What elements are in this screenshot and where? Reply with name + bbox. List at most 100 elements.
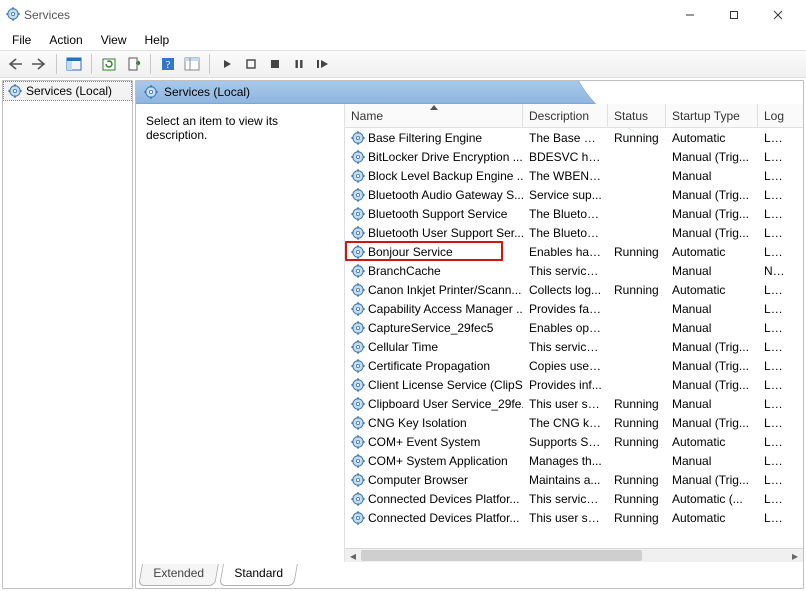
service-name-text: Bonjour Service [368, 245, 453, 259]
description-instruction: Select an item to view its description. [136, 104, 344, 146]
service-row[interactable]: Computer BrowserMaintains a...RunningMan… [345, 470, 803, 489]
cell-startup: Automatic (... [666, 492, 758, 506]
scroll-left-button[interactable]: ◂ [345, 549, 361, 562]
service-row[interactable]: Bluetooth Audio Gateway S...Service sup.… [345, 185, 803, 204]
service-row[interactable]: Bonjour ServiceEnables har...RunningAuto… [345, 242, 803, 261]
cell-startup: Manual (Trig... [666, 359, 758, 373]
properties-button[interactable] [181, 53, 203, 75]
cell-description: This user ser... [523, 511, 608, 525]
service-row[interactable]: Connected Devices Platfor...This service… [345, 489, 803, 508]
service-row[interactable]: Clipboard User Service_29fe...This user … [345, 394, 803, 413]
column-header-status[interactable]: Status [608, 104, 666, 127]
cell-name: COM+ System Application [345, 454, 523, 468]
cell-logon: Loc [758, 473, 788, 487]
service-row[interactable]: Connected Devices Platfor...This user se… [345, 508, 803, 527]
close-button[interactable] [756, 0, 800, 30]
scroll-thumb[interactable] [361, 550, 642, 561]
column-header-name[interactable]: Name [345, 104, 523, 127]
cell-description: The Bluetoo... [523, 207, 608, 221]
cell-logon: Loc [758, 416, 788, 430]
service-row[interactable]: COM+ Event SystemSupports Sy...RunningAu… [345, 432, 803, 451]
service-name-text: COM+ System Application [368, 454, 508, 468]
service-row[interactable]: Capability Access Manager ...Provides fa… [345, 299, 803, 318]
service-row[interactable]: Bluetooth User Support Ser...The Bluetoo… [345, 223, 803, 242]
service-row[interactable]: BranchCacheThis service ...ManualNet [345, 261, 803, 280]
description-panel: Select an item to view its description. [136, 104, 344, 562]
service-row[interactable]: Base Filtering EngineThe Base Fil...Runn… [345, 128, 803, 147]
scroll-right-button[interactable]: ▸ [787, 549, 803, 562]
restart-service-button[interactable] [312, 53, 334, 75]
service-row[interactable]: COM+ System ApplicationManages th...Manu… [345, 451, 803, 470]
cell-description: BDESVC hos... [523, 150, 608, 164]
menu-action[interactable]: Action [41, 31, 90, 49]
gear-icon [144, 85, 158, 99]
tab-standard[interactable]: Standard [219, 564, 298, 586]
service-row[interactable]: Canon Inkjet Printer/Scann...Collects lo… [345, 280, 803, 299]
service-name-text: Clipboard User Service_29fe... [368, 397, 523, 411]
cell-startup: Automatic [666, 511, 758, 525]
cell-description: The CNG ke... [523, 416, 608, 430]
scroll-track[interactable] [361, 549, 787, 562]
service-row[interactable]: Client License Service (ClipS...Provides… [345, 375, 803, 394]
cell-logon: Loc [758, 302, 788, 316]
stop-service-filled-button[interactable] [264, 53, 286, 75]
export-list-button[interactable] [122, 53, 144, 75]
cell-name: Client License Service (ClipS... [345, 378, 523, 392]
refresh-button[interactable] [98, 53, 120, 75]
content-pane: Services (Local) Select an item to view … [135, 80, 804, 589]
service-row[interactable]: Certificate PropagationCopies user ...Ma… [345, 356, 803, 375]
column-header-startup-label: Startup Type [672, 109, 740, 123]
maximize-button[interactable] [712, 0, 756, 30]
column-header-logon[interactable]: Log [758, 104, 788, 127]
cell-logon: Loc [758, 340, 788, 354]
service-name-text: Client License Service (ClipS... [368, 378, 523, 392]
start-service-button[interactable] [216, 53, 238, 75]
cell-startup: Manual (Trig... [666, 150, 758, 164]
service-row[interactable]: CaptureService_29fec5Enables opti...Manu… [345, 318, 803, 337]
cell-startup: Manual (Trig... [666, 188, 758, 202]
gear-icon [351, 473, 365, 487]
cell-logon: Loc [758, 188, 788, 202]
service-name-text: CaptureService_29fec5 [368, 321, 493, 335]
service-row[interactable]: Cellular TimeThis service ...Manual (Tri… [345, 337, 803, 356]
help-button[interactable]: ? [157, 53, 179, 75]
minimize-button[interactable] [668, 0, 712, 30]
back-button[interactable] [4, 53, 26, 75]
gear-icon [351, 207, 365, 221]
cell-startup: Manual [666, 302, 758, 316]
show-hide-tree-button[interactable] [63, 53, 85, 75]
column-header-startup[interactable]: Startup Type [666, 104, 758, 127]
gear-icon [351, 359, 365, 373]
service-name-text: Block Level Backup Engine ... [368, 169, 523, 183]
service-name-text: Computer Browser [368, 473, 468, 487]
cell-startup: Manual (Trig... [666, 340, 758, 354]
service-name-text: Base Filtering Engine [368, 131, 482, 145]
cell-startup: Manual [666, 454, 758, 468]
service-row[interactable]: Bluetooth Support ServiceThe Bluetoo...M… [345, 204, 803, 223]
horizontal-scrollbar[interactable]: ◂ ▸ [345, 548, 803, 562]
service-name-text: BitLocker Drive Encryption ... [368, 150, 523, 164]
tree-root-services-local[interactable]: Services (Local) [3, 81, 132, 101]
cell-description: This service ... [523, 264, 608, 278]
cell-name: Clipboard User Service_29fe... [345, 397, 523, 411]
service-name-text: Connected Devices Platfor... [368, 492, 519, 506]
service-row[interactable]: BitLocker Drive Encryption ...BDESVC hos… [345, 147, 803, 166]
menu-view[interactable]: View [93, 31, 135, 49]
cell-description: This user ser... [523, 397, 608, 411]
menu-help[interactable]: Help [137, 31, 178, 49]
gear-icon [351, 226, 365, 240]
cell-description: Provides fac... [523, 302, 608, 316]
service-row[interactable]: Block Level Backup Engine ...The WBENG..… [345, 166, 803, 185]
list-body[interactable]: Base Filtering EngineThe Base Fil...Runn… [345, 128, 803, 548]
stop-service-button[interactable] [240, 53, 262, 75]
gear-icon [351, 245, 365, 259]
tab-extended[interactable]: Extended [138, 564, 219, 586]
service-row[interactable]: CNG Key IsolationThe CNG ke...RunningMan… [345, 413, 803, 432]
cell-name: Bluetooth Audio Gateway S... [345, 188, 523, 202]
column-header-description[interactable]: Description [523, 104, 608, 127]
forward-button[interactable] [28, 53, 50, 75]
cell-name: BitLocker Drive Encryption ... [345, 150, 523, 164]
pause-service-button[interactable] [288, 53, 310, 75]
service-name-text: Bluetooth User Support Ser... [368, 226, 523, 240]
menu-file[interactable]: File [4, 31, 39, 49]
